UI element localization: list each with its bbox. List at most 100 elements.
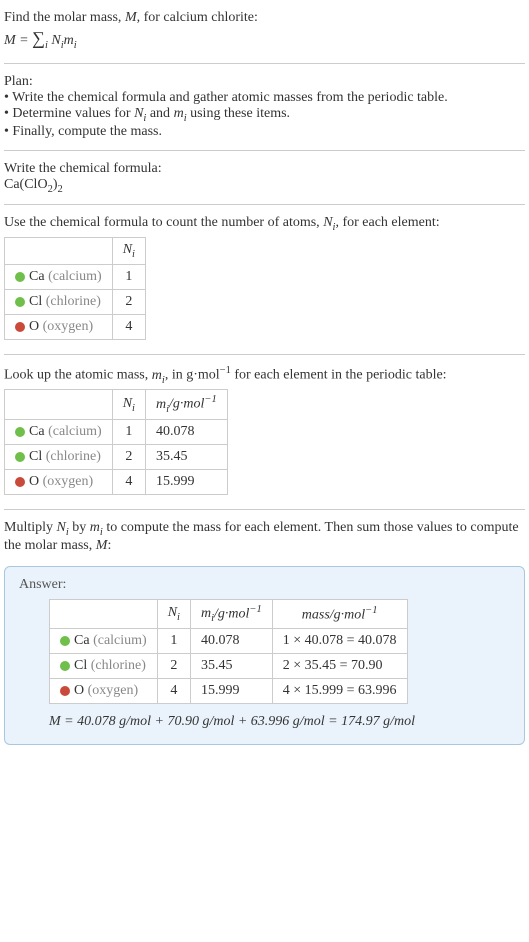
intro-section: Find the molar mass, M, for calcium chlo… xyxy=(4,4,525,59)
answer-box: Answer: Ni mi/g·mol−1 mass/g·mol−1 Ca (c… xyxy=(4,566,525,745)
element-dot-icon xyxy=(15,322,25,332)
element-name: (oxygen) xyxy=(43,319,94,334)
element-symbol: Ca xyxy=(29,269,45,284)
header-n: Ni xyxy=(112,238,145,265)
mass-cell: 2 × 35.45 = 70.90 xyxy=(272,654,407,679)
n-cell: 1 xyxy=(112,419,145,444)
m-cell: 40.078 xyxy=(145,419,227,444)
element-symbol: Ca xyxy=(29,424,45,439)
table-row: Ca (calcium) 1 xyxy=(5,264,146,289)
multiply-title: Multiply Ni by mi to compute the mass fo… xyxy=(4,520,525,554)
element-symbol: O xyxy=(74,683,84,698)
element-cell: Ca (calcium) xyxy=(5,419,113,444)
element-dot-icon xyxy=(60,661,70,671)
n-cell: 4 xyxy=(112,469,145,494)
element-symbol: Cl xyxy=(29,449,42,464)
element-cell: O (oxygen) xyxy=(5,314,113,339)
table-header-row: Ni mi/g·mol−1 xyxy=(5,390,228,419)
multiply-section: Multiply Ni by mi to compute the mass fo… xyxy=(4,514,525,560)
element-dot-icon xyxy=(15,477,25,487)
chemformula-value: Ca(ClO2)2 xyxy=(4,177,525,195)
element-cell: O (oxygen) xyxy=(50,679,158,704)
header-m: mi/g·mol−1 xyxy=(145,390,227,419)
divider xyxy=(4,204,525,205)
element-name: (oxygen) xyxy=(43,474,94,489)
element-dot-icon xyxy=(60,636,70,646)
divider xyxy=(4,150,525,151)
element-cell: Ca (calcium) xyxy=(5,264,113,289)
element-cell: Ca (calcium) xyxy=(50,629,158,654)
table-row: Ca (calcium) 1 40.078 1 × 40.078 = 40.07… xyxy=(50,629,408,654)
element-name: (chlorine) xyxy=(46,449,101,464)
m-cell: 15.999 xyxy=(145,469,227,494)
divider xyxy=(4,354,525,355)
table-header-row: Ni xyxy=(5,238,146,265)
element-cell: Cl (chlorine) xyxy=(5,289,113,314)
chemformula-section: Write the chemical formula: Ca(ClO2)2 xyxy=(4,155,525,201)
element-name: (calcium) xyxy=(48,269,102,284)
header-blank xyxy=(5,390,113,419)
element-name: (chlorine) xyxy=(91,658,146,673)
n-cell: 2 xyxy=(112,444,145,469)
plan-bullet-3: • Finally, compute the mass. xyxy=(4,124,525,140)
header-n: Ni xyxy=(157,599,190,628)
plan-section: Plan: • Write the chemical formula and g… xyxy=(4,68,525,146)
header-mass: mass/g·mol−1 xyxy=(272,599,407,628)
header-blank xyxy=(5,238,113,265)
count-table: Ni Ca (calcium) 1 Cl (chlorine) 2 O (oxy… xyxy=(4,237,146,340)
element-cell: O (oxygen) xyxy=(5,469,113,494)
element-cell: Cl (chlorine) xyxy=(5,444,113,469)
atomic-table: Ni mi/g·mol−1 Ca (calcium) 1 40.078 Cl (… xyxy=(4,389,228,494)
m-cell: 35.45 xyxy=(145,444,227,469)
m-cell: 35.45 xyxy=(190,654,272,679)
element-symbol: O xyxy=(29,474,39,489)
table-row: Cl (chlorine) 2 35.45 2 × 35.45 = 70.90 xyxy=(50,654,408,679)
n-cell: 2 xyxy=(112,289,145,314)
plan-bullet-2: • Determine values for Ni and mi using t… xyxy=(4,106,525,124)
element-dot-icon xyxy=(15,427,25,437)
n-cell: 4 xyxy=(112,314,145,339)
count-section: Use the chemical formula to count the nu… xyxy=(4,209,525,350)
element-symbol: Cl xyxy=(74,658,87,673)
divider xyxy=(4,509,525,510)
n-cell: 1 xyxy=(112,264,145,289)
element-symbol: Cl xyxy=(29,294,42,309)
atomic-title: Look up the atomic mass, mi, in g·mol−1 … xyxy=(4,365,525,385)
element-name: (calcium) xyxy=(93,633,147,648)
n-cell: 4 xyxy=(157,679,190,704)
table-header-row: Ni mi/g·mol−1 mass/g·mol−1 xyxy=(50,599,408,628)
element-name: (oxygen) xyxy=(88,683,139,698)
element-dot-icon xyxy=(15,272,25,282)
mass-cell: 4 × 15.999 = 63.996 xyxy=(272,679,407,704)
table-row: O (oxygen) 4 xyxy=(5,314,146,339)
header-blank xyxy=(50,599,158,628)
header-m: mi/g·mol−1 xyxy=(190,599,272,628)
divider xyxy=(4,63,525,64)
n-cell: 1 xyxy=(157,629,190,654)
mass-cell: 1 × 40.078 = 40.078 xyxy=(272,629,407,654)
chemformula-title: Write the chemical formula: xyxy=(4,161,525,177)
table-row: O (oxygen) 4 15.999 4 × 15.999 = 63.996 xyxy=(50,679,408,704)
m-cell: 40.078 xyxy=(190,629,272,654)
element-dot-icon xyxy=(60,686,70,696)
answer-table: Ni mi/g·mol−1 mass/g·mol−1 Ca (calcium) … xyxy=(49,599,408,704)
atomic-section: Look up the atomic mass, mi, in g·mol−1 … xyxy=(4,359,525,505)
element-dot-icon xyxy=(15,452,25,462)
table-row: Cl (chlorine) 2 xyxy=(5,289,146,314)
element-symbol: Ca xyxy=(74,633,90,648)
element-symbol: O xyxy=(29,319,39,334)
plan-title: Plan: xyxy=(4,74,525,90)
plan-bullet-1: • Write the chemical formula and gather … xyxy=(4,90,525,106)
element-cell: Cl (chlorine) xyxy=(50,654,158,679)
element-name: (chlorine) xyxy=(46,294,101,309)
table-row: Cl (chlorine) 2 35.45 xyxy=(5,444,228,469)
intro-formula: M = ∑i Nimi xyxy=(4,28,525,51)
header-n: Ni xyxy=(112,390,145,419)
n-cell: 2 xyxy=(157,654,190,679)
count-title: Use the chemical formula to count the nu… xyxy=(4,215,525,233)
m-cell: 15.999 xyxy=(190,679,272,704)
element-name: (calcium) xyxy=(48,424,102,439)
final-equation: M = 40.078 g/mol + 70.90 g/mol + 63.996 … xyxy=(49,714,510,730)
element-dot-icon xyxy=(15,297,25,307)
intro-text: Find the molar mass, M, for calcium chlo… xyxy=(4,10,525,26)
